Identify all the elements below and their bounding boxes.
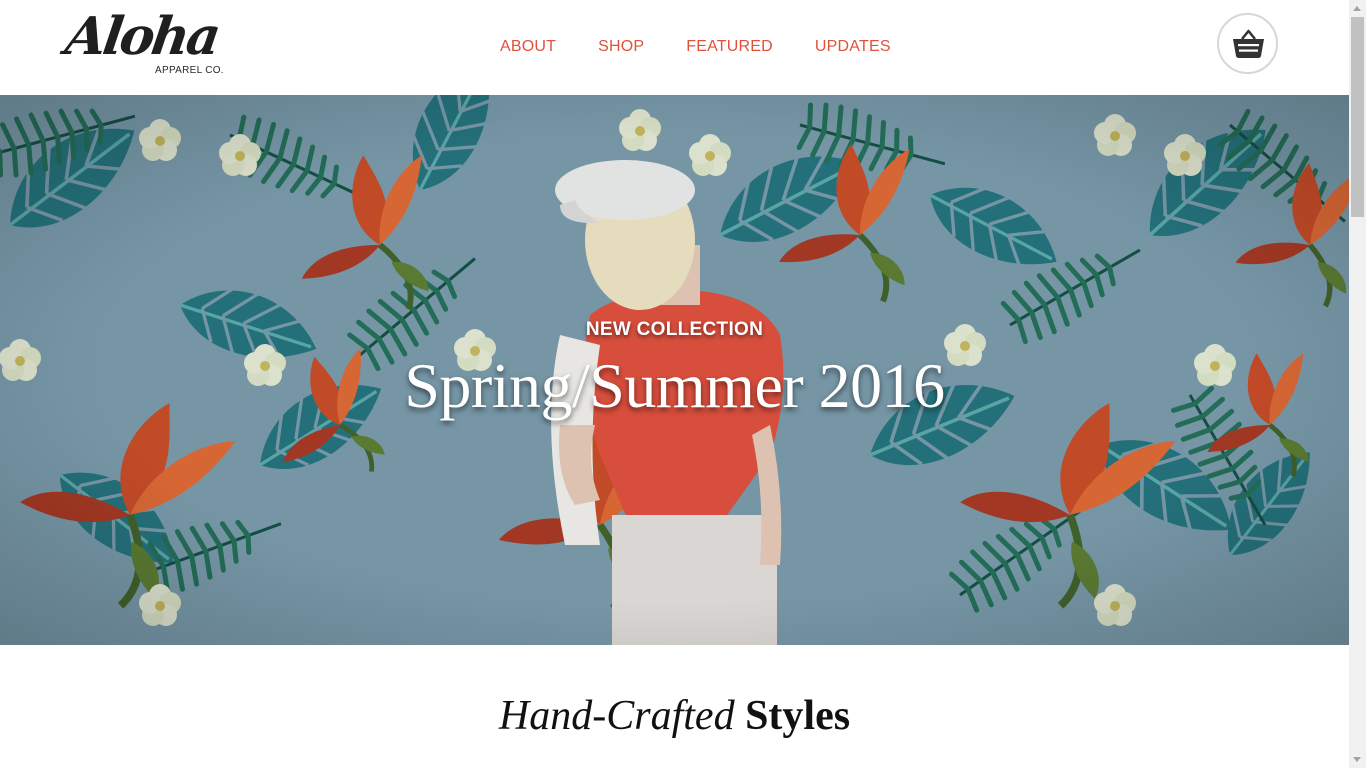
brand-logo[interactable]: Aloha APPAREL CO.	[62, 6, 236, 84]
hero-text: NEW COLLECTION Spring/Summer 2016	[0, 95, 1349, 645]
hero-banner: NEW COLLECTION Spring/Summer 2016	[0, 95, 1349, 645]
logo-subtitle: APPAREL CO.	[155, 65, 224, 76]
nav-link-updates[interactable]: UPDATES	[815, 36, 891, 58]
section-title: Hand-Crafted Styles	[0, 688, 1349, 744]
section-title-bold: Styles	[745, 693, 851, 739]
scrollbar-thumb[interactable]	[1351, 17, 1364, 217]
hero-eyebrow: NEW COLLECTION	[585, 319, 764, 340]
cart-button[interactable]	[1217, 13, 1278, 74]
main-nav: ABOUT SHOP FEATURED UPDATES	[500, 36, 933, 58]
site-header: Aloha APPAREL CO. ABOUT SHOP FEATURED UP…	[0, 0, 1349, 95]
scroll-down-arrow-icon[interactable]	[1349, 751, 1366, 768]
scroll-up-arrow-icon[interactable]	[1349, 0, 1366, 17]
page-scrollbar[interactable]	[1349, 0, 1366, 768]
nav-link-shop[interactable]: SHOP	[598, 36, 644, 58]
section-title-italic: Hand-Crafted	[498, 693, 735, 739]
nav-link-about[interactable]: ABOUT	[500, 36, 556, 58]
nav-link-featured[interactable]: FEATURED	[686, 36, 773, 58]
page: Aloha APPAREL CO. ABOUT SHOP FEATURED UP…	[0, 0, 1349, 768]
logo-script-text: Aloha	[61, 6, 222, 67]
basket-icon	[1233, 29, 1264, 58]
hero-title: Spring/Summer 2016	[404, 350, 945, 421]
